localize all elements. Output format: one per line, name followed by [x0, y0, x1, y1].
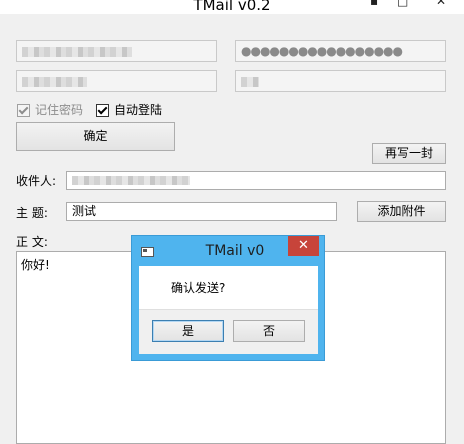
server-input[interactable]: [16, 40, 217, 62]
confirm-send-dialog: TMail v0 ✕ 确认发送? 是 否: [131, 235, 325, 361]
remember-password-checkbox[interactable]: 记住密码: [17, 101, 83, 118]
checkbox-checked-icon: [96, 104, 109, 117]
body-text: 你好!: [21, 258, 50, 272]
minimize-icon[interactable]: ▪: [370, 0, 378, 8]
smtp-input[interactable]: [235, 70, 446, 92]
window-title: TMail v0.2: [193, 0, 271, 14]
recipient-input[interactable]: [66, 171, 446, 190]
recipient-label: 收件人:: [16, 174, 57, 188]
password-input[interactable]: ●●●●●●●●●●●●●●●●●: [235, 40, 446, 62]
body-label: 正 文:: [16, 235, 48, 249]
dialog-content: 确认发送? 是 否: [139, 266, 318, 354]
subject-label: 主 题:: [16, 206, 48, 220]
dialog-button-bar: 是 否: [139, 309, 318, 354]
confirm-button[interactable]: 确定: [16, 122, 175, 151]
redacted-text: [22, 46, 132, 57]
account-input[interactable]: [16, 70, 217, 92]
rewrite-button[interactable]: 再写一封: [372, 143, 446, 164]
maximize-icon[interactable]: □: [397, 0, 408, 8]
no-button[interactable]: 否: [233, 320, 305, 342]
dialog-message: 确认发送?: [171, 281, 226, 295]
checkbox-checked-icon: [17, 104, 30, 117]
app-window-icon: [141, 247, 154, 257]
redacted-text: [241, 76, 259, 87]
auto-login-checkbox[interactable]: 自动登陆: [96, 101, 162, 118]
yes-button[interactable]: 是: [152, 320, 224, 342]
subject-input[interactable]: 测试: [66, 202, 337, 221]
close-icon[interactable]: ✕: [436, 0, 446, 8]
password-mask: ●●●●●●●●●●●●●●●●●: [241, 44, 403, 58]
redacted-text: [22, 76, 87, 87]
add-attachment-button[interactable]: 添加附件: [357, 201, 446, 222]
dialog-close-icon[interactable]: ✕: [288, 236, 319, 256]
redacted-text: [72, 176, 190, 185]
